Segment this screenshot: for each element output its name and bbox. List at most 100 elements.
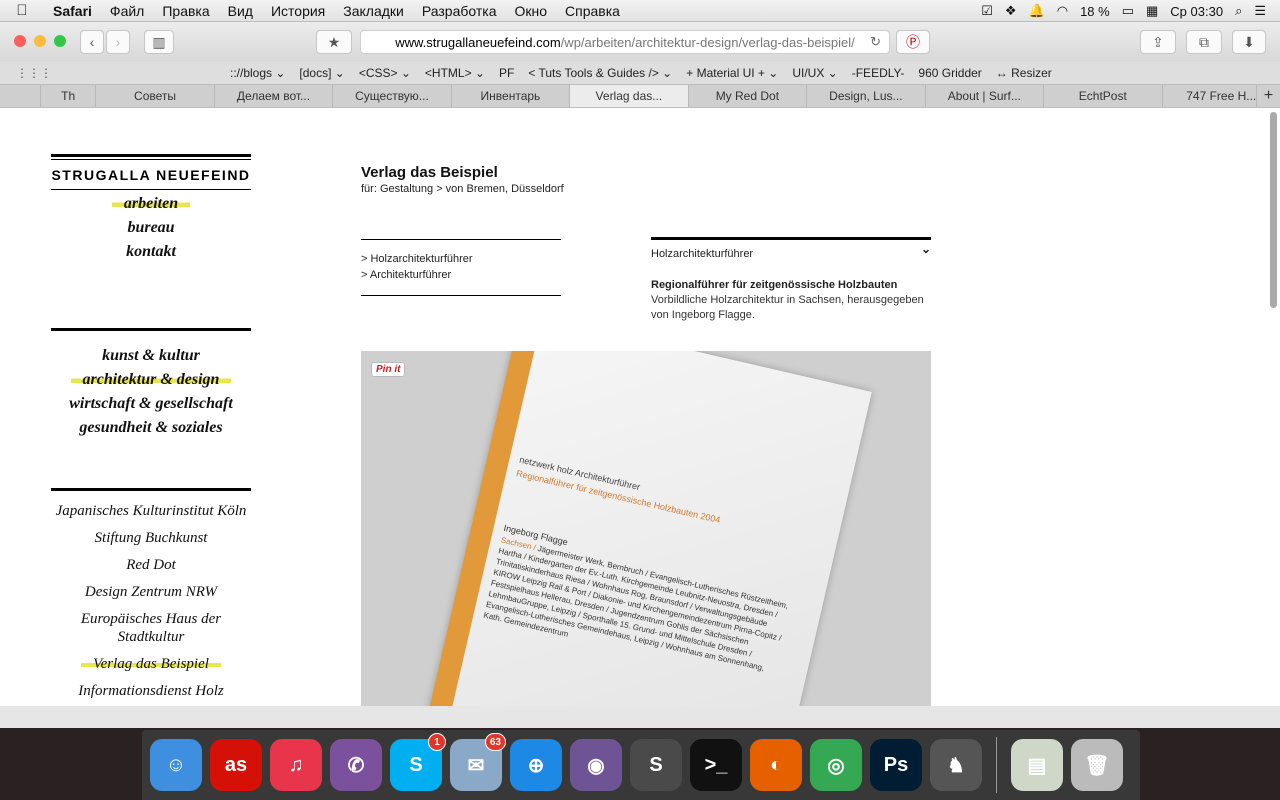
dropbox-icon[interactable]: ❖ bbox=[1005, 3, 1017, 19]
bookmark-item[interactable]: UI/UX ⌄ bbox=[792, 66, 837, 80]
share-icon[interactable]: ⇪ bbox=[1140, 30, 1176, 54]
bookmark-item[interactable]: 960 Gridder bbox=[918, 66, 981, 80]
new-tab-button[interactable]: + bbox=[1256, 85, 1280, 107]
apple-menu-icon[interactable]:  bbox=[0, 2, 44, 19]
category-wirtschaft-gesellschaft[interactable]: wirtschaft & gesellschaft bbox=[69, 395, 233, 412]
bookmark-item[interactable]: -FEEDLY- bbox=[852, 66, 905, 80]
wifi-icon[interactable]: ◠ bbox=[1057, 3, 1068, 19]
bookmark-item[interactable]: + Material UI + ⌄ bbox=[686, 66, 778, 80]
site-logo[interactable]: STRUGALLA NEUEFEIND bbox=[51, 159, 251, 189]
dock: ☺ as ♫ ✆ S 1 ✉ 63 ⊕ ◉ S >_ ◐ ◎ Ps ♞ ▤ 🗑 bbox=[142, 730, 1140, 800]
dock-mail-icon[interactable]: ✉ 63 bbox=[450, 733, 506, 791]
dock-lastfm-icon[interactable]: as bbox=[210, 739, 262, 791]
menu-bookmarks[interactable]: Закладки bbox=[334, 3, 413, 19]
spotlight-search-icon[interactable]: ⌕ bbox=[1235, 3, 1242, 19]
tab[interactable]: EchtPost bbox=[1043, 85, 1161, 107]
bookmark-item[interactable]: PF bbox=[499, 66, 514, 80]
category-nav: kunst & kultur architektur & design wirt… bbox=[51, 344, 251, 440]
close-window-button[interactable] bbox=[14, 35, 26, 47]
nav-bureau[interactable]: bureau bbox=[127, 219, 174, 236]
dock-chrome-icon[interactable]: ◎ bbox=[810, 739, 862, 791]
pin-it-button[interactable]: Pin it bbox=[371, 362, 406, 377]
menu-history[interactable]: История bbox=[262, 3, 334, 19]
downloads-icon[interactable]: ⬇ bbox=[1232, 30, 1266, 54]
project-dropdown[interactable]: Holzarchitekturführer ⌄ bbox=[651, 237, 931, 260]
project-link[interactable]: > Holzarchitekturführer bbox=[361, 251, 561, 267]
dock-finder-icon[interactable]: ☺ bbox=[150, 739, 202, 791]
pinterest-extension-icon[interactable]: Ⓟ bbox=[896, 30, 930, 54]
forward-button[interactable]: › bbox=[106, 30, 130, 54]
client-item[interactable]: Europäisches Haus der Stadtkultur bbox=[51, 610, 251, 646]
book-text: Sachsen / Jägermeister Werk, Bernbruch /… bbox=[482, 535, 794, 688]
menu-view[interactable]: Вид bbox=[219, 3, 262, 19]
notification-bell-icon[interactable]: 🔔 bbox=[1029, 3, 1045, 19]
tab[interactable]: Инвентарь bbox=[450, 85, 569, 107]
dock-downloads-icon[interactable]: ▤ bbox=[1011, 739, 1063, 791]
address-bar[interactable]: www.strugallaneuefeind.com/wp/arbeiten/a… bbox=[360, 30, 890, 54]
sidebar-toggle-icon[interactable]: ▥ bbox=[144, 30, 174, 54]
project-image: netzwerk holz Architekturführer Regional… bbox=[361, 351, 931, 728]
category-gesundheit-soziales[interactable]: gesundheit & soziales bbox=[79, 419, 222, 436]
bookmark-item[interactable]: [docs] ⌄ bbox=[299, 66, 344, 80]
tab[interactable]: Существую... bbox=[332, 85, 450, 107]
battery-icon[interactable]: ▭ bbox=[1122, 3, 1134, 19]
dock-mamp-icon[interactable]: ♞ bbox=[930, 739, 982, 791]
chevron-down-icon: ⌄ bbox=[920, 242, 931, 256]
project-link[interactable]: > Architekturführer bbox=[361, 267, 561, 283]
tab[interactable]: Design, Lus... bbox=[806, 85, 924, 107]
reload-icon[interactable]: ↻ bbox=[870, 34, 881, 50]
bookmark-item[interactable]: <HTML> ⌄ bbox=[425, 66, 485, 80]
zoom-window-button[interactable] bbox=[54, 35, 66, 47]
tab[interactable]: Советы bbox=[95, 85, 213, 107]
bookmark-item[interactable]: ↔ Resizer bbox=[996, 66, 1052, 80]
bookmark-item[interactable]: < Tuts Tools & Guides /> ⌄ bbox=[528, 66, 672, 80]
dock-safari-icon[interactable]: ⊕ bbox=[510, 739, 562, 791]
client-item[interactable]: Red Dot bbox=[51, 556, 251, 574]
clock[interactable]: Ср 03:30 bbox=[1170, 4, 1223, 19]
nav-kontakt[interactable]: kontakt bbox=[126, 243, 176, 260]
tab[interactable]: Th bbox=[40, 85, 95, 107]
dock-sublime-icon[interactable]: S bbox=[630, 739, 682, 791]
client-item-active[interactable]: Verlag das Beispiel bbox=[81, 656, 221, 672]
dock-github-icon[interactable]: ◉ bbox=[570, 739, 622, 791]
menu-app-safari[interactable]: Safari bbox=[44, 3, 101, 19]
menu-file[interactable]: Файл bbox=[101, 3, 153, 19]
page-title: Verlag das Beispiel bbox=[361, 164, 498, 181]
brand-block: STRUGALLA NEUEFEIND bbox=[51, 154, 251, 190]
tab[interactable]: Делаем вот... bbox=[213, 85, 332, 107]
tab-overview-icon[interactable]: ⧉ bbox=[1186, 30, 1222, 54]
dock-skype-icon[interactable]: S1 bbox=[390, 733, 446, 791]
client-item[interactable]: Japanisches Kulturinstitut Köln bbox=[51, 502, 251, 520]
tab-active[interactable]: Verlag das... bbox=[569, 85, 688, 107]
dock-viber-icon[interactable]: ✆ bbox=[330, 739, 382, 791]
dock-terminal-icon[interactable]: >_ bbox=[690, 739, 742, 791]
dock-photoshop-icon[interactable]: Ps bbox=[870, 739, 922, 791]
tab[interactable]: My Red Dot bbox=[687, 85, 806, 107]
flag-us-icon[interactable]: ▦ bbox=[1146, 3, 1158, 19]
battery-percent[interactable]: 18 % bbox=[1080, 4, 1110, 19]
client-item[interactable]: Stiftung Buchkunst bbox=[51, 529, 251, 547]
dock-firefox-icon[interactable]: ◐ bbox=[750, 739, 802, 791]
scrollbar[interactable] bbox=[1270, 112, 1277, 308]
dock-badge: 1 bbox=[428, 733, 446, 751]
menu-develop[interactable]: Разработка bbox=[413, 3, 506, 19]
client-item[interactable]: Design Zentrum NRW bbox=[51, 583, 251, 601]
dock-itunes-icon[interactable]: ♫ bbox=[270, 739, 322, 791]
nav-arbeiten[interactable]: arbeiten bbox=[111, 195, 191, 212]
menu-edit[interactable]: Правка bbox=[153, 3, 218, 19]
category-kunst-kultur[interactable]: kunst & kultur bbox=[102, 347, 200, 364]
favorites-icon[interactable]: ★ bbox=[316, 30, 352, 54]
bookmark-item[interactable]: <CSS> ⌄ bbox=[359, 66, 411, 80]
menu-help[interactable]: Справка bbox=[556, 3, 629, 19]
back-button[interactable]: ‹ bbox=[80, 30, 104, 54]
minimize-window-button[interactable] bbox=[34, 35, 46, 47]
dock-trash-icon[interactable]: 🗑 bbox=[1071, 739, 1123, 791]
client-item[interactable]: Informationsdienst Holz bbox=[51, 682, 251, 700]
notification-center-icon[interactable]: ☰ bbox=[1254, 3, 1266, 19]
grid-icon[interactable]: ⋮⋮⋮ bbox=[16, 66, 52, 80]
category-architektur-design[interactable]: architektur & design bbox=[70, 371, 232, 388]
menu-window[interactable]: Окно bbox=[505, 3, 556, 19]
bookmark-item[interactable]: :://blogs ⌄ bbox=[230, 66, 285, 80]
clipboard-icon[interactable]: ☑ bbox=[981, 3, 993, 19]
tab[interactable]: About | Surf... bbox=[924, 85, 1043, 107]
